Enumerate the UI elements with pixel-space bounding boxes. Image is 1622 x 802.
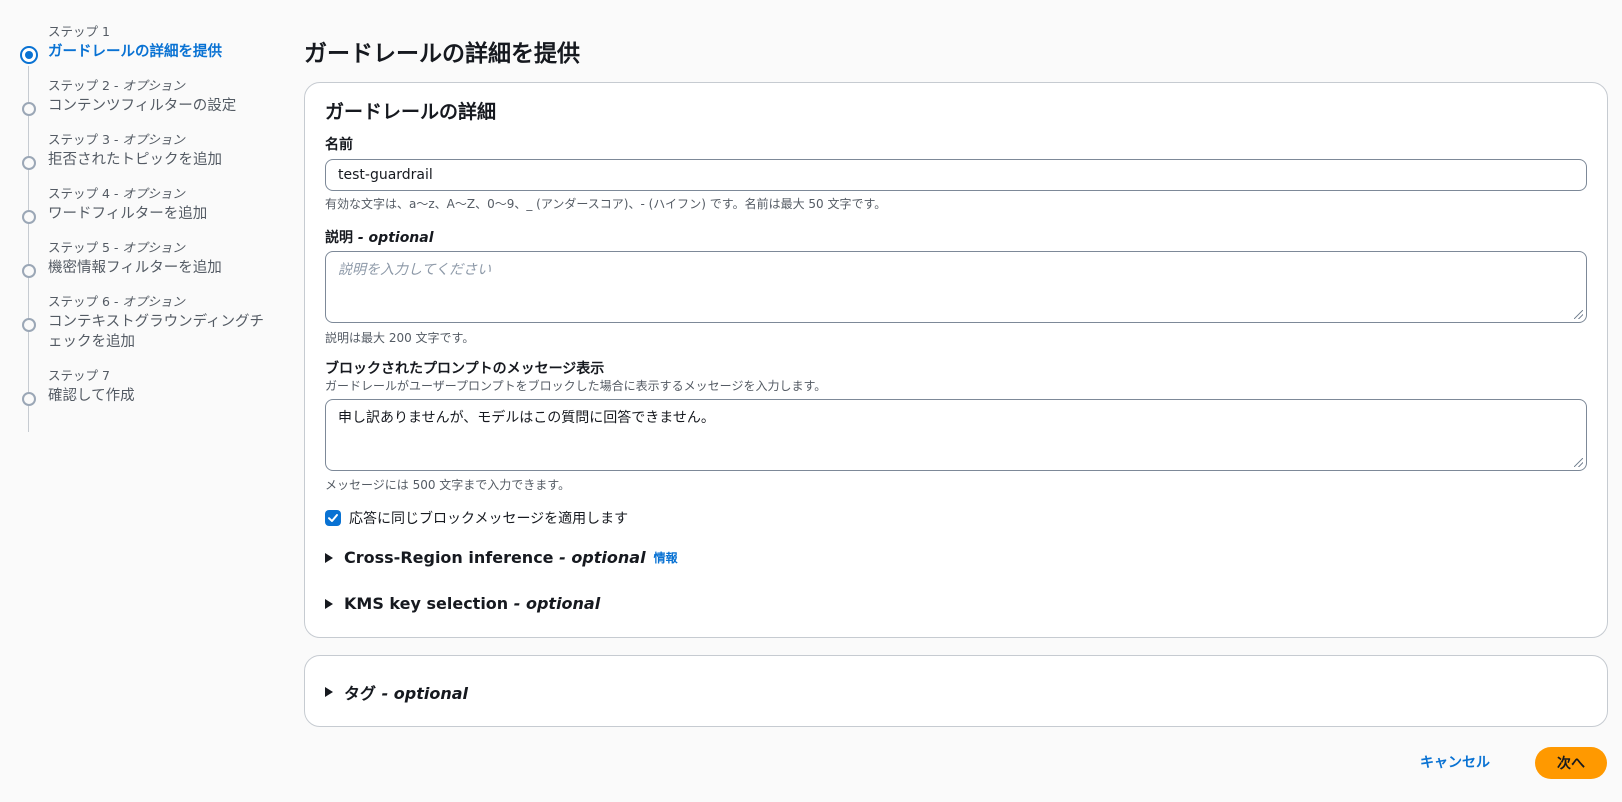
- name-constraint-text: 有効な文字は、a〜z、A〜Z、0〜9、_ (アンダースコア)、- (ハイフン) …: [325, 197, 887, 211]
- step-dot-icon: [22, 156, 36, 170]
- cancel-button[interactable]: キャンセル: [1420, 752, 1490, 772]
- step-active-dot-icon: [20, 46, 38, 64]
- step-dot-icon: [22, 392, 36, 406]
- caret-right-icon: [325, 687, 333, 697]
- step-dot-icon: [22, 210, 36, 224]
- resize-grip-icon[interactable]: [1574, 458, 1583, 467]
- tags-expander[interactable]: タグ - optional: [325, 680, 468, 704]
- step-1[interactable]: ステップ 1 ガードレールの詳細を提供: [18, 22, 278, 64]
- kms-title: KMS key selection - optional: [344, 594, 601, 613]
- step-4[interactable]: ステップ 4 - オプション ワードフィルターを追加: [18, 184, 278, 224]
- caret-right-icon: [325, 552, 333, 563]
- step-number: ステップ 5 - オプション: [48, 240, 185, 255]
- step-number: ステップ 7: [48, 368, 110, 383]
- caret-right-icon: [325, 598, 333, 609]
- guardrail-details-container: ガードレールの詳細 名前 有効な文字は、a〜z、A〜Z、0〜9、_ (アンダース…: [304, 82, 1608, 638]
- same-message-checkbox-label: 応答に同じブロックメッセージを適用します: [349, 511, 629, 527]
- page-title: ガードレールの詳細を提供: [304, 41, 580, 67]
- blocked-prompt-label: ブロックされたプロンプトのメッセージ表示: [325, 361, 605, 377]
- step-7[interactable]: ステップ 7 確認して作成: [18, 366, 278, 406]
- wizard-stepper: ステップ 1 ガードレールの詳細を提供 ステップ 2 - オプション コンテンツ…: [18, 22, 278, 432]
- description-label: 説明 - optional: [325, 230, 434, 246]
- tags-title: タグ - optional: [344, 684, 469, 703]
- section-title: ガードレールの詳細: [325, 101, 497, 123]
- step-number: ステップ 1: [48, 24, 110, 39]
- step-number: ステップ 3 - オプション: [48, 132, 185, 147]
- resize-grip-icon[interactable]: [1574, 310, 1583, 319]
- step-number: ステップ 6 - オプション: [48, 294, 185, 309]
- step-2[interactable]: ステップ 2 - オプション コンテンツフィルターの設定: [18, 76, 278, 116]
- step-title: コンテンツフィルターの設定: [48, 98, 237, 114]
- name-input[interactable]: [325, 159, 1587, 191]
- step-dot-icon: [22, 318, 36, 332]
- step-dot-icon: [22, 102, 36, 116]
- blocked-prompt-description: ガードレールがユーザープロンプトをブロックした場合に表示するメッセージを入力しま…: [325, 379, 827, 393]
- step-number: ステップ 4 - オプション: [48, 186, 185, 201]
- description-textarea[interactable]: [325, 251, 1587, 323]
- description-constraint-text: 説明は最大 200 文字です。: [325, 331, 475, 345]
- step-title: 拒否されたトピックを追加: [48, 152, 222, 168]
- same-message-checkbox-row[interactable]: 応答に同じブロックメッセージを適用します: [325, 508, 628, 528]
- step-title: ガードレールの詳細を提供: [48, 44, 222, 60]
- name-label: 名前: [325, 137, 353, 153]
- step-6[interactable]: ステップ 6 - オプション コンテキストグラウンディングチェックを追加: [18, 292, 278, 352]
- checkbox-checked-icon[interactable]: [325, 510, 341, 526]
- step-title: 機密情報フィルターを追加: [48, 260, 222, 276]
- cross-region-expander[interactable]: Cross-Region inference - optional 情報: [325, 548, 678, 567]
- kms-expander[interactable]: KMS key selection - optional: [325, 594, 600, 613]
- step-number: ステップ 2 - オプション: [48, 78, 185, 93]
- step-title: ワードフィルターを追加: [48, 206, 208, 222]
- tags-container: タグ - optional: [304, 655, 1608, 727]
- step-title: コンテキストグラウンディングチェックを追加: [48, 314, 265, 350]
- cross-region-title: Cross-Region inference - optional: [344, 548, 646, 567]
- info-link[interactable]: 情報: [654, 549, 678, 566]
- step-title: 確認して作成: [48, 388, 135, 404]
- blocked-prompt-textarea[interactable]: [325, 399, 1587, 471]
- next-button[interactable]: 次へ: [1535, 747, 1607, 779]
- step-dot-icon: [22, 264, 36, 278]
- step-3[interactable]: ステップ 3 - オプション 拒否されたトピックを追加: [18, 130, 278, 170]
- blocked-prompt-constraint-text: メッセージには 500 文字まで入力できます。: [325, 478, 571, 492]
- step-5[interactable]: ステップ 5 - オプション 機密情報フィルターを追加: [18, 238, 278, 278]
